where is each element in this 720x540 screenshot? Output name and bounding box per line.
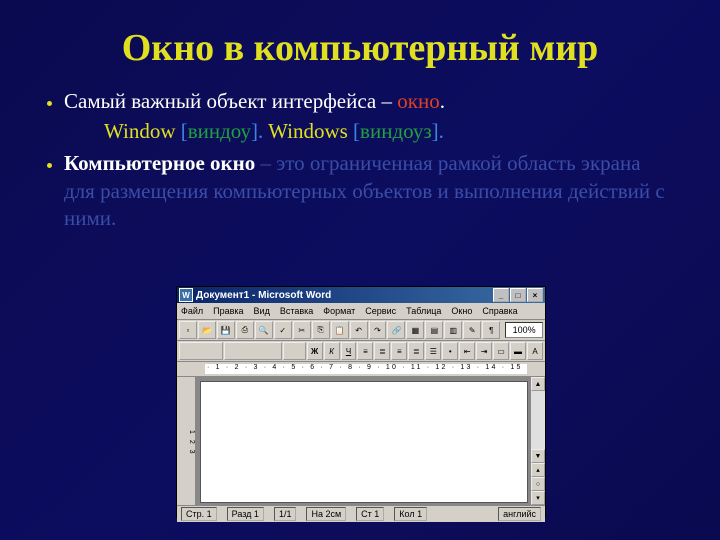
status-bar: Стр. 1 Разд 1 1/1 На 2см Ст 1 Кол 1 англ… <box>177 505 545 522</box>
font-color-icon[interactable]: A <box>527 342 543 360</box>
undo-icon[interactable]: ↶ <box>350 321 368 339</box>
text: Windows <box>268 119 353 143</box>
highlight-icon[interactable]: ▬ <box>510 342 526 360</box>
border-icon[interactable]: ▭ <box>493 342 509 360</box>
toolbar-standard: ▫ 📂 💾 ⎙ 🔍 ✓ ✂ ⎘ 📋 ↶ ↷ 🔗 ▦ ▤ ▥ ✎ ¶ 100% <box>177 320 545 341</box>
status-position: На 2см <box>306 507 346 521</box>
preview-icon[interactable]: 🔍 <box>255 321 273 339</box>
bullet-2: Компьютерное окно – это ограниченная рам… <box>64 150 676 232</box>
vertical-scrollbar[interactable]: ▲ ▼ ▴ ○ ▾ <box>530 377 545 505</box>
bracket: [ <box>181 119 188 143</box>
prev-page-icon[interactable]: ▴ <box>531 463 545 477</box>
ruler-scale: · 1 · 2 · 3 · 4 · 5 · 6 · 7 · 8 · 9 · 10… <box>205 364 527 374</box>
style-combo[interactable] <box>179 342 223 360</box>
status-pages: 1/1 <box>274 507 297 521</box>
text: Window <box>104 119 181 143</box>
transcription: виндоу <box>188 119 251 143</box>
new-icon[interactable]: ▫ <box>179 321 197 339</box>
status-page: Стр. 1 <box>181 507 217 521</box>
app-icon: W <box>179 288 193 302</box>
italic-icon[interactable]: К <box>324 342 340 360</box>
open-icon[interactable]: 📂 <box>198 321 216 339</box>
columns-icon[interactable]: ▥ <box>444 321 462 339</box>
save-icon[interactable]: 💾 <box>217 321 235 339</box>
word-window: W Документ1 - Microsoft Word _ □ × Файл … <box>176 286 546 518</box>
table-icon[interactable]: ▦ <box>406 321 424 339</box>
status-language: английс <box>498 507 541 521</box>
redo-icon[interactable]: ↷ <box>369 321 387 339</box>
titlebar[interactable]: W Документ1 - Microsoft Word _ □ × <box>177 287 545 303</box>
scroll-down-icon[interactable]: ▼ <box>531 449 545 463</box>
vertical-ruler[interactable]: 1 2 3 <box>177 377 196 505</box>
window-title: Документ1 - Microsoft Word <box>196 290 492 301</box>
toolbar-formatting: Ж К Ч ≡ ≣ ≡ ≣ ☰ • ⇤ ⇥ ▭ ▬ A <box>177 341 545 362</box>
cut-icon[interactable]: ✂ <box>293 321 311 339</box>
scroll-track[interactable] <box>531 391 545 449</box>
document-area: 1 2 3 ▲ ▼ ▴ ○ ▾ <box>177 377 545 505</box>
bold-icon[interactable]: Ж <box>307 342 323 360</box>
spell-icon[interactable]: ✓ <box>274 321 292 339</box>
outdent-icon[interactable]: ⇤ <box>459 342 475 360</box>
menu-file[interactable]: Файл <box>181 306 203 316</box>
menubar: Файл Правка Вид Вставка Формат Сервис Та… <box>177 303 545 320</box>
zoom-combo[interactable]: 100% <box>505 322 543 338</box>
indent-icon[interactable]: ⇥ <box>476 342 492 360</box>
slide-title: Окно в компьютерный мир <box>0 0 720 88</box>
justify-icon[interactable]: ≣ <box>408 342 424 360</box>
numbering-icon[interactable]: ☰ <box>425 342 441 360</box>
scroll-up-icon[interactable]: ▲ <box>531 377 545 391</box>
menu-edit[interactable]: Правка <box>213 306 243 316</box>
menu-format[interactable]: Формат <box>323 306 355 316</box>
slide-content: Самый важный объект интерфейса – окно. W… <box>0 88 720 232</box>
menu-window[interactable]: Окно <box>451 306 472 316</box>
menu-view[interactable]: Вид <box>254 306 270 316</box>
next-page-icon[interactable]: ▾ <box>531 491 545 505</box>
menu-table[interactable]: Таблица <box>406 306 441 316</box>
drawing-icon[interactable]: ✎ <box>463 321 481 339</box>
horizontal-ruler[interactable]: · 1 · 2 · 3 · 4 · 5 · 6 · 7 · 8 · 9 · 10… <box>177 362 545 377</box>
status-column: Кол 1 <box>394 507 427 521</box>
align-left-icon[interactable]: ≡ <box>357 342 373 360</box>
bullets-icon[interactable]: • <box>442 342 458 360</box>
term: Компьютерное окно <box>64 151 255 175</box>
status-line: Ст 1 <box>356 507 384 521</box>
excel-icon[interactable]: ▤ <box>425 321 443 339</box>
minimize-button[interactable]: _ <box>493 288 509 302</box>
menu-insert[interactable]: Вставка <box>280 306 313 316</box>
browse-icon[interactable]: ○ <box>531 477 545 491</box>
font-combo[interactable] <box>224 342 282 360</box>
bracket: ]. <box>432 119 444 143</box>
size-combo[interactable] <box>283 342 306 360</box>
underline-icon[interactable]: Ч <box>341 342 357 360</box>
align-center-icon[interactable]: ≣ <box>374 342 390 360</box>
link-icon[interactable]: 🔗 <box>387 321 405 339</box>
bullet-1: Самый важный объект интерфейса – окно. <box>64 88 676 115</box>
text: . <box>440 89 445 113</box>
copy-icon[interactable]: ⎘ <box>312 321 330 339</box>
transcription: виндоуз <box>360 119 432 143</box>
bracket: [ <box>353 119 360 143</box>
status-section: Разд 1 <box>227 507 264 521</box>
text-highlight: окно <box>397 89 439 113</box>
page-background <box>196 377 530 505</box>
document-page[interactable] <box>200 381 528 503</box>
close-button[interactable]: × <box>527 288 543 302</box>
paste-icon[interactable]: 📋 <box>331 321 349 339</box>
indented-line: Window [виндоу]. Windows [виндоуз]. <box>104 119 676 144</box>
text: Самый важный объект интерфейса – <box>64 89 397 113</box>
align-right-icon[interactable]: ≡ <box>391 342 407 360</box>
maximize-button[interactable]: □ <box>510 288 526 302</box>
print-icon[interactable]: ⎙ <box>236 321 254 339</box>
bracket: ]. <box>251 119 268 143</box>
menu-tools[interactable]: Сервис <box>365 306 396 316</box>
map-icon[interactable]: ¶ <box>482 321 500 339</box>
menu-help[interactable]: Справка <box>482 306 517 316</box>
